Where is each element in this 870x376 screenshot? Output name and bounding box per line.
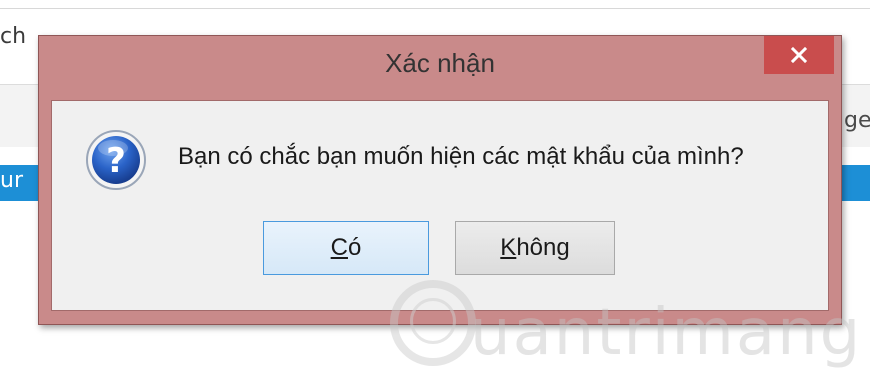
background-text-fragment: ur [0, 168, 23, 193]
watermark-text: uantrimang [470, 296, 863, 370]
svg-text:?: ? [106, 141, 126, 181]
close-button[interactable] [764, 36, 834, 74]
dialog-title: Xác nhận [385, 48, 495, 78]
close-icon [791, 47, 807, 63]
background-text-fragment: ch [0, 24, 27, 49]
no-button-mnemonic: K [500, 234, 517, 261]
question-icon: ? [86, 130, 146, 190]
no-button[interactable]: Không [455, 221, 615, 275]
dialog-body: ? Bạn có chắc bạn muốn hiện các mật khẩu… [51, 100, 829, 311]
watermark-bulb-icon [410, 298, 456, 344]
yes-button[interactable]: Có [263, 221, 429, 275]
yes-button-label: ó [347, 234, 362, 261]
background-divider [0, 8, 870, 9]
background-text-fragment: ge [844, 108, 870, 133]
yes-button-mnemonic: C [330, 234, 348, 261]
dialog-message: Bạn có chắc bạn muốn hiện các mật khẩu c… [178, 143, 744, 170]
no-button-label: hông [516, 234, 570, 261]
